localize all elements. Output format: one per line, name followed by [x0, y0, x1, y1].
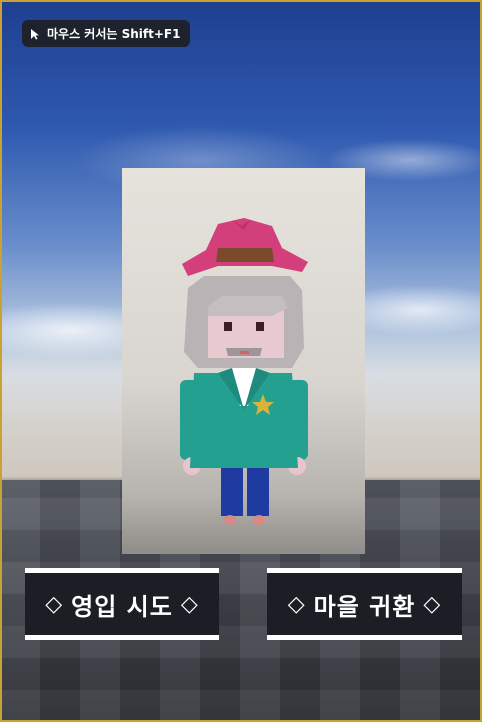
diamond-right-icon: ◇	[180, 591, 199, 617]
sheriff-character	[180, 218, 308, 525]
diamond-right-icon: ◇	[423, 591, 442, 617]
recruit-attempt-label: 영입 시도	[71, 592, 173, 621]
return-to-village-button[interactable]: ◇ 마을 귀환 ◇	[267, 568, 462, 640]
recruit-attempt-button[interactable]: ◇ 영입 시도 ◇	[25, 568, 219, 640]
return-to-village-label: 마을 귀환	[313, 592, 416, 621]
character-portrait	[122, 168, 365, 554]
diamond-left-icon: ◇	[45, 591, 64, 617]
game-viewport: 마우스 커서는 Shift+F1 ◇ 영입 시도 ◇ ◇ 마을 귀환 ◇	[0, 0, 482, 722]
diamond-left-icon: ◇	[287, 591, 306, 617]
mouse-cursor-hint: 마우스 커서는 Shift+F1	[22, 20, 191, 47]
hint-text: 마우스 커서는 Shift+F1	[47, 27, 181, 41]
cursor-arrow-icon	[31, 28, 39, 39]
